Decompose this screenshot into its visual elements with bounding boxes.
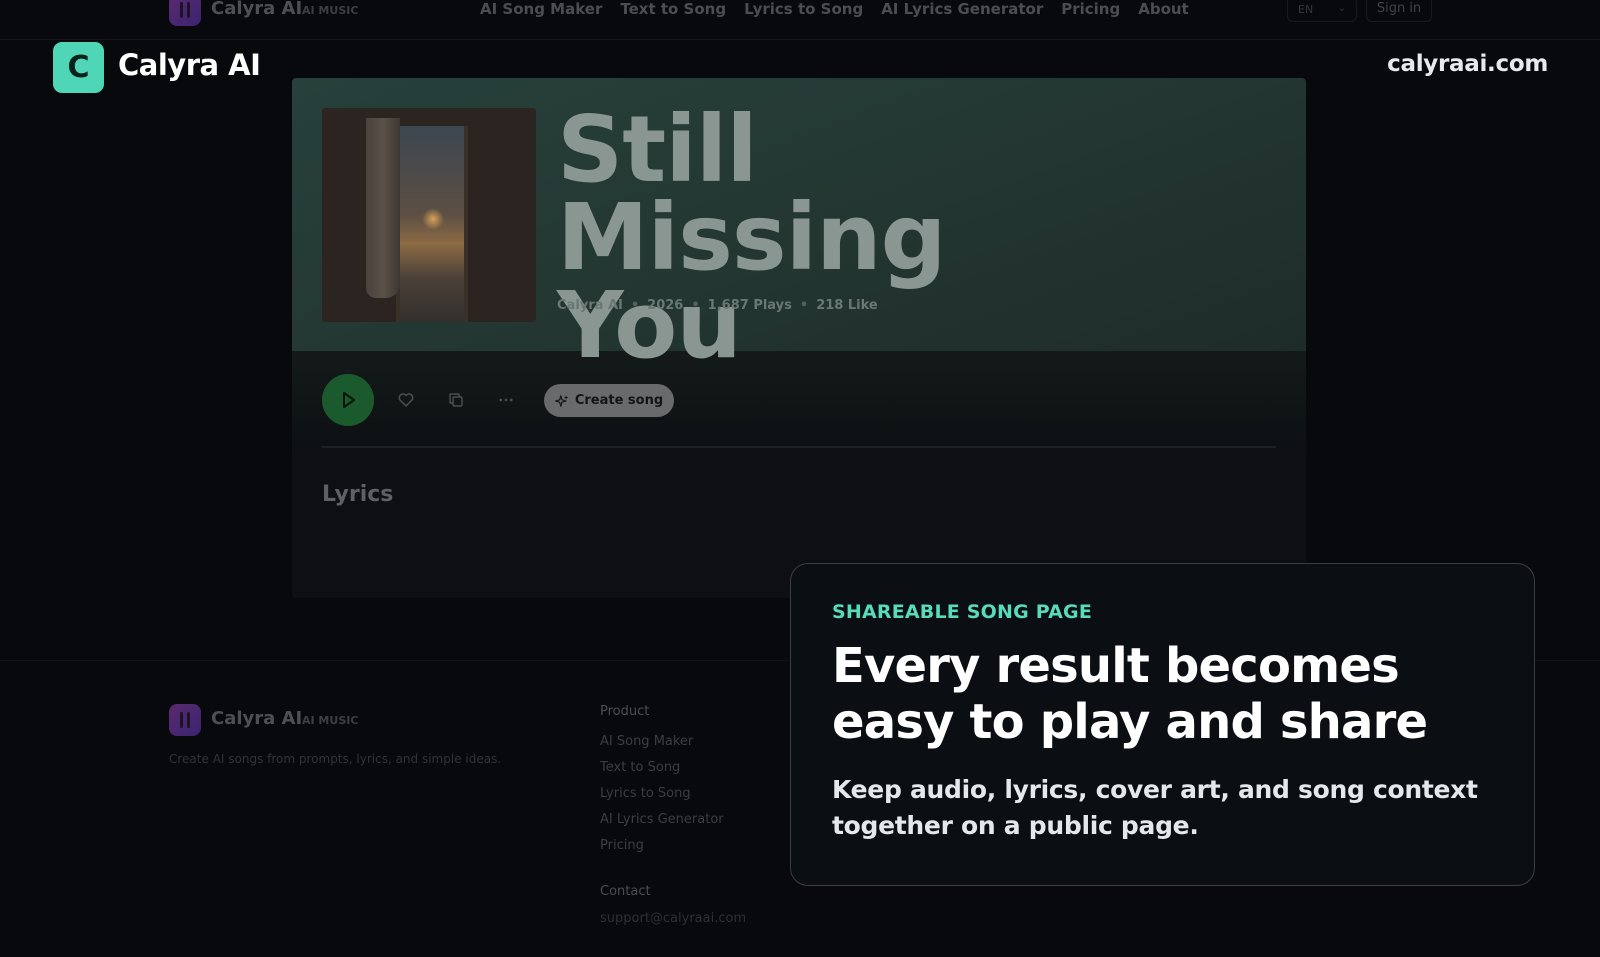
footer-link-text-to-song[interactable]: Text to Song: [600, 755, 724, 781]
cover-towel: [366, 118, 400, 298]
copy-button[interactable]: [444, 388, 468, 412]
sparkle-icon: [554, 394, 569, 407]
song-artist[interactable]: Calyra AI: [557, 298, 623, 313]
copy-icon: [449, 393, 463, 407]
chevron-down-icon: ⌄: [1337, 3, 1346, 14]
callout-headline: Every result becomes easy to play and sh…: [832, 638, 1428, 750]
footer-contact-column: Contact support@calyraai.com: [600, 884, 746, 926]
footer-product-column: Product AI Song Maker Text to Song Lyric…: [600, 704, 724, 859]
song-divider: [322, 446, 1276, 448]
create-song-button[interactable]: Create song: [544, 384, 674, 417]
footer-logo-sub: AI MUSIC: [302, 714, 359, 727]
more-button[interactable]: [494, 388, 518, 412]
footer-logo-name[interactable]: Calyra AI: [211, 708, 302, 729]
create-song-label: Create song: [574, 393, 664, 408]
footer-product-heading: Product: [600, 704, 650, 719]
song-title: Still Missing You: [557, 96, 947, 379]
language-value: EN: [1298, 3, 1314, 16]
lyrics-heading: Lyrics: [322, 482, 394, 507]
footer-link-ai-song-maker[interactable]: AI Song Maker: [600, 729, 724, 755]
play-icon: [343, 392, 355, 408]
nav-link-ai-lyrics-generator[interactable]: AI Lyrics Generator: [881, 0, 1043, 20]
song-plays: 1,687 Plays: [707, 298, 792, 313]
song-meta: Calyra AI • 2026 • 1,687 Plays • 218 Lik…: [557, 298, 878, 313]
nav-link-text-to-song[interactable]: Text to Song: [620, 0, 726, 20]
cover-sunset: [422, 208, 444, 230]
footer-contact-heading: Contact: [600, 884, 651, 899]
footer-link-ai-lyrics-generator[interactable]: AI Lyrics Generator: [600, 807, 724, 833]
footer-logo-icon[interactable]: [169, 704, 201, 736]
footer-link-lyrics-to-song[interactable]: Lyrics to Song: [600, 781, 724, 807]
nav-link-ai-song-maker[interactable]: AI Song Maker: [480, 0, 602, 20]
nav-link-about[interactable]: About: [1138, 0, 1189, 20]
feature-callout-card: SHAREABLE SONG PAGE Every result becomes…: [790, 563, 1535, 886]
site-navbar: Calyra AI AI MUSIC AI Song Maker Text to…: [0, 0, 1600, 40]
nav-link-pricing[interactable]: Pricing: [1061, 0, 1120, 20]
footer-contact-email[interactable]: support@calyraai.com: [600, 911, 746, 926]
like-button[interactable]: [394, 388, 418, 412]
brand-logo-icon: C: [53, 42, 104, 93]
meta-separator: •: [799, 298, 809, 313]
song-page-card: Still Missing You Calyra AI • 2026 • 1,6…: [292, 78, 1306, 598]
heart-icon: [398, 393, 414, 407]
song-likes: 218 Like: [816, 298, 878, 313]
sign-in-button[interactable]: Sign in: [1366, 0, 1432, 22]
language-select[interactable]: EN ⌄: [1287, 0, 1357, 22]
site-logo-name[interactable]: Calyra AI: [211, 0, 302, 19]
callout-eyebrow: SHAREABLE SONG PAGE: [832, 601, 1092, 623]
site-nav-links: AI Song Maker Text to Song Lyrics to Son…: [480, 0, 1189, 20]
meta-separator: •: [691, 298, 700, 313]
cover-art: [322, 108, 536, 322]
callout-body: Keep audio, lyrics, cover art, and song …: [832, 775, 1478, 840]
more-horizontal-icon: [499, 398, 513, 402]
site-logo-icon[interactable]: [169, 0, 201, 26]
brand-name: Calyra AI: [118, 48, 261, 82]
site-logo-sub: AI MUSIC: [302, 4, 359, 17]
footer-tagline: Create AI songs from prompts, lyrics, an…: [169, 752, 502, 766]
meta-separator: •: [630, 298, 640, 313]
overlay-domain: calyraai.com: [1387, 51, 1548, 77]
footer-link-pricing[interactable]: Pricing: [600, 833, 724, 859]
song-year: 2026: [647, 298, 684, 313]
nav-link-lyrics-to-song[interactable]: Lyrics to Song: [744, 0, 863, 20]
play-button[interactable]: [322, 374, 374, 426]
